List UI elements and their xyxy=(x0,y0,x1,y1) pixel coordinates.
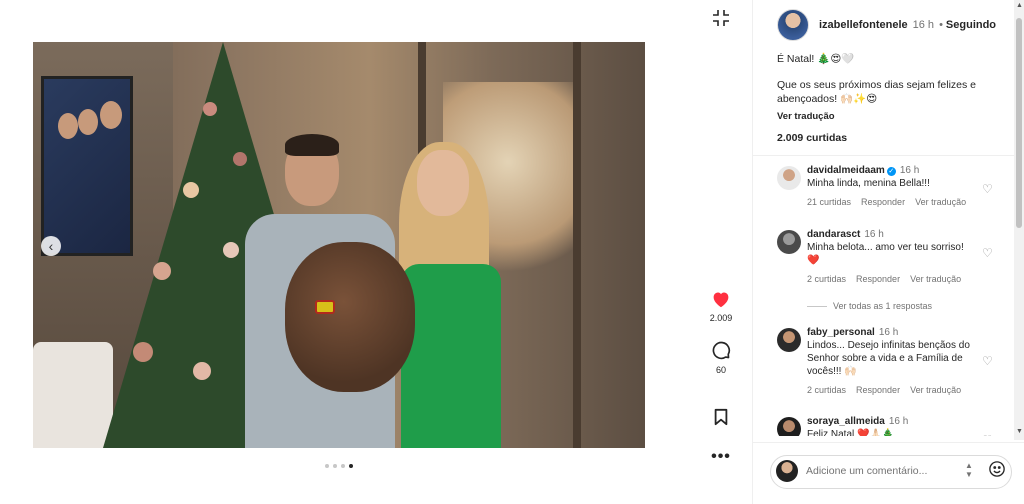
comment-avatar[interactable] xyxy=(777,230,801,254)
emoji-button[interactable] xyxy=(988,460,1006,481)
action-column: 2.009 60 ••• xyxy=(700,0,742,504)
comment-text: Minha belota... amo ver teu sorriso! ❤️ xyxy=(807,242,964,266)
photo-door-frame-right xyxy=(573,42,581,448)
comment-text: Feliz Natal ❤️🙏🏻🎄 xyxy=(807,429,895,436)
comment-avatar[interactable] xyxy=(777,417,801,436)
comment-likes[interactable]: 2 curtidas xyxy=(807,385,846,395)
bookmark-icon xyxy=(714,408,728,426)
comment-username[interactable]: soraya_allmeida xyxy=(807,416,885,427)
comment-avatar[interactable] xyxy=(777,166,801,190)
comment-avatar[interactable] xyxy=(777,328,801,352)
carousel-prev-button[interactable]: ‹ xyxy=(41,236,61,256)
reply-button[interactable]: Responder xyxy=(856,274,900,284)
author-username[interactable]: izabellefontenele xyxy=(819,19,908,31)
comment-like-button[interactable]: ♡ xyxy=(982,433,993,436)
save-button[interactable] xyxy=(700,408,742,429)
comment-input[interactable] xyxy=(806,462,956,480)
comment-likes[interactable]: 2 curtidas xyxy=(807,274,846,284)
emoji-icon xyxy=(989,461,1005,477)
comment-like-button[interactable]: ♡ xyxy=(982,182,993,196)
heart-icon xyxy=(713,292,729,308)
post-header: izabellefontenele 16 h • Seguindo xyxy=(777,9,996,41)
post-caption: É Natal! 🎄😍🤍 Que os seus próximos dias s… xyxy=(777,52,1013,124)
caption-translate-link[interactable]: Ver tradução xyxy=(777,110,1013,124)
comment-like-button[interactable]: ♡ xyxy=(982,246,993,260)
carousel-dot[interactable] xyxy=(349,464,353,468)
comment-time: 16 h xyxy=(899,165,920,176)
header-separator: • xyxy=(939,19,943,31)
comment-time: 16 h xyxy=(864,229,884,240)
view-replies-link[interactable]: Ver todas as 1 respostas xyxy=(807,301,987,311)
comment-username[interactable]: faby_personal xyxy=(807,327,875,338)
comment-bubble-icon xyxy=(712,341,731,360)
carousel-dot[interactable] xyxy=(333,464,337,468)
caption-line-1: É Natal! 🎄😍🤍 xyxy=(777,53,855,65)
scrollbar-thumb[interactable] xyxy=(1016,18,1022,228)
scroll-down-arrow-icon[interactable]: ▼ xyxy=(1016,428,1023,435)
collapse-button[interactable] xyxy=(700,8,742,31)
likes-total[interactable]: 2.009 curtidas xyxy=(777,132,847,144)
comment-likes[interactable]: 21 curtidas xyxy=(807,197,851,207)
comment-time: 16 h xyxy=(888,416,909,427)
translate-link[interactable]: Ver tradução xyxy=(915,197,966,207)
collapse-icon xyxy=(713,10,729,26)
ellipsis-icon: ••• xyxy=(711,448,731,465)
comment-text: Minha linda, menina Bella!!! xyxy=(807,178,930,189)
scrollbar[interactable]: ▲ ▼ xyxy=(1014,0,1024,440)
carousel-dots xyxy=(325,464,353,468)
caption-line-2: Que os seus próximos dias sejam felizes … xyxy=(777,79,977,105)
chevron-left-icon: ‹ xyxy=(48,238,54,254)
carousel-dot[interactable] xyxy=(325,464,329,468)
media-area: ‹ xyxy=(0,0,690,504)
scroll-up-arrow-icon[interactable]: ▲ xyxy=(1016,2,1023,9)
translate-link[interactable]: Ver tradução xyxy=(910,385,961,395)
current-user-avatar xyxy=(776,460,798,482)
comment-username[interactable]: dandarasct xyxy=(807,229,860,240)
input-resize-icon[interactable]: ▲ ▼ xyxy=(965,461,973,479)
post-photo[interactable] xyxy=(33,42,645,448)
comment-composer: ▲▼ xyxy=(752,442,1024,504)
heart-outline-icon: ♡ xyxy=(982,433,993,436)
photo-dog xyxy=(285,242,415,392)
comment-like-button[interactable]: ♡ xyxy=(982,354,993,368)
reply-button[interactable]: Responder xyxy=(856,385,900,395)
translate-link[interactable]: Ver tradução xyxy=(910,274,961,284)
more-options-button[interactable]: ••• xyxy=(700,448,742,466)
heart-outline-icon: ♡ xyxy=(982,354,993,368)
divider xyxy=(753,155,1024,156)
comment-time: 16 h xyxy=(878,327,899,338)
carousel-dot[interactable] xyxy=(341,464,345,468)
comment-count: 60 xyxy=(715,365,726,375)
heart-outline-icon: ♡ xyxy=(982,246,993,260)
photo-sofa xyxy=(33,342,113,448)
author-avatar[interactable] xyxy=(777,9,809,41)
reply-button[interactable]: Responder xyxy=(861,197,905,207)
comment-text: Lindos... Desejo infinitas bençãos do Se… xyxy=(807,340,970,377)
post-time: 16 h xyxy=(912,19,935,31)
like-button[interactable]: 2.009 xyxy=(700,290,742,323)
following-button[interactable]: Seguindo xyxy=(946,19,996,31)
heart-outline-icon: ♡ xyxy=(982,182,993,196)
verified-badge-icon: ✓ xyxy=(886,167,896,176)
like-count: 2.009 xyxy=(709,313,733,323)
comments-panel: izabellefontenele 16 h • Seguindo É Nata… xyxy=(752,0,1024,504)
comment-username[interactable]: davidalmeidaam xyxy=(807,165,885,176)
comments-list: davidalmeidaam ✓ 16 h Minha linda, menina … xyxy=(753,160,1015,436)
comment-button[interactable]: 60 xyxy=(700,340,742,375)
